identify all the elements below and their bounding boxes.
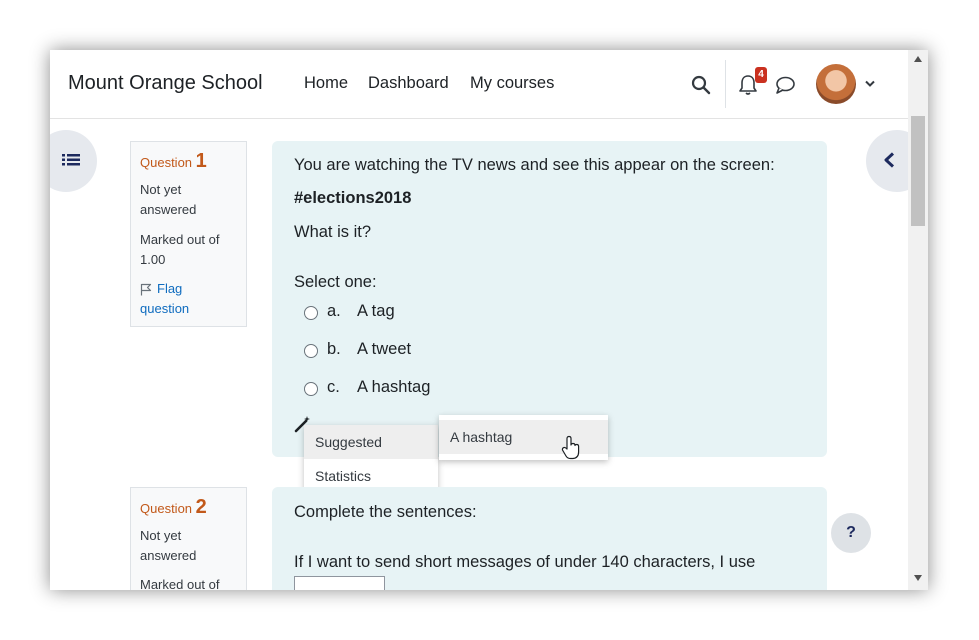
question-number: 2 xyxy=(195,496,207,518)
menu-item-suggested[interactable]: Suggested xyxy=(304,425,438,459)
question-1-marked-line1: Marked out of xyxy=(140,232,220,247)
nav-home[interactable]: Home xyxy=(304,74,348,93)
question-1-info: Question 1 Not yet answered Marked out o… xyxy=(130,141,247,327)
question-2-number: Question 2 xyxy=(140,496,207,519)
nav-divider xyxy=(725,60,726,108)
course-index-toggle[interactable] xyxy=(50,130,97,192)
question-1-prompt: What is it? xyxy=(294,223,372,241)
scrollbar-thumb[interactable] xyxy=(911,116,925,226)
hand-cursor-icon xyxy=(561,435,580,460)
option-letter: a. xyxy=(327,302,341,320)
question-1-status-line2: answered xyxy=(140,202,197,217)
nav-my-courses[interactable]: My courses xyxy=(470,74,554,93)
question-2-status-line2: answered xyxy=(140,548,197,563)
question-1-hashtag: #elections2018 xyxy=(294,189,412,207)
gap-fill-input[interactable] xyxy=(294,576,385,590)
question-1-text: You are watching the TV news and see thi… xyxy=(294,156,775,174)
question-label: Question xyxy=(140,155,193,170)
question-2-sentence: If I want to send short messages of unde… xyxy=(294,553,756,571)
flag-icon xyxy=(140,283,152,296)
search-icon[interactable] xyxy=(691,75,711,95)
chevron-left-icon xyxy=(884,152,895,168)
top-navbar: Mount Orange School Home Dashboard My co… xyxy=(50,50,908,119)
question-1-number: Question 1 xyxy=(140,150,207,173)
option-text: A tweet xyxy=(357,340,412,358)
flag-label-line2: question xyxy=(140,301,190,316)
radio-button[interactable] xyxy=(304,344,318,358)
question-2-info: Question 2 Not yet answered Marked out o… xyxy=(130,487,247,590)
radio-button[interactable] xyxy=(304,382,318,396)
question-2-text: Complete the sentences: xyxy=(294,503,477,521)
scroll-down-arrow-icon[interactable] xyxy=(914,575,922,581)
user-avatar[interactable] xyxy=(816,64,856,104)
nav-dashboard[interactable]: Dashboard xyxy=(368,74,449,93)
help-button[interactable]: ? xyxy=(831,513,871,553)
browser-window: Mount Orange School Home Dashboard My co… xyxy=(50,50,928,590)
chat-bubble-icon[interactable] xyxy=(774,76,796,94)
question-label: Question xyxy=(140,501,193,516)
option-text: A tag xyxy=(357,302,395,320)
question-number: 1 xyxy=(195,150,207,172)
notification-count-badge: 4 xyxy=(755,67,767,83)
site-name[interactable]: Mount Orange School xyxy=(68,72,263,95)
scroll-up-arrow-icon[interactable] xyxy=(914,56,922,62)
question-1-status-line1: Not yet xyxy=(140,182,182,197)
option-letter: c. xyxy=(327,378,340,396)
question-1-formulation: You are watching the TV news and see thi… xyxy=(272,141,827,457)
chevron-down-icon[interactable] xyxy=(865,80,875,88)
question-2-formulation: Complete the sentences: If I want to sen… xyxy=(272,487,827,590)
flag-label-line1: Flag xyxy=(157,281,183,296)
question-2-marked-line1: Marked out of xyxy=(140,577,220,590)
list-icon xyxy=(62,154,80,166)
submenu-item-a-hashtag[interactable]: A hashtag xyxy=(439,420,608,454)
suggestion-submenu: A hashtag xyxy=(439,415,608,460)
option-letter: b. xyxy=(327,340,341,358)
radio-button[interactable] xyxy=(304,306,318,320)
select-one-label: Select one: xyxy=(294,273,377,291)
question-2-status-line1: Not yet xyxy=(140,528,182,543)
question-1-marked-line2: 1.00 xyxy=(140,252,166,267)
option-text: A hashtag xyxy=(357,378,431,396)
